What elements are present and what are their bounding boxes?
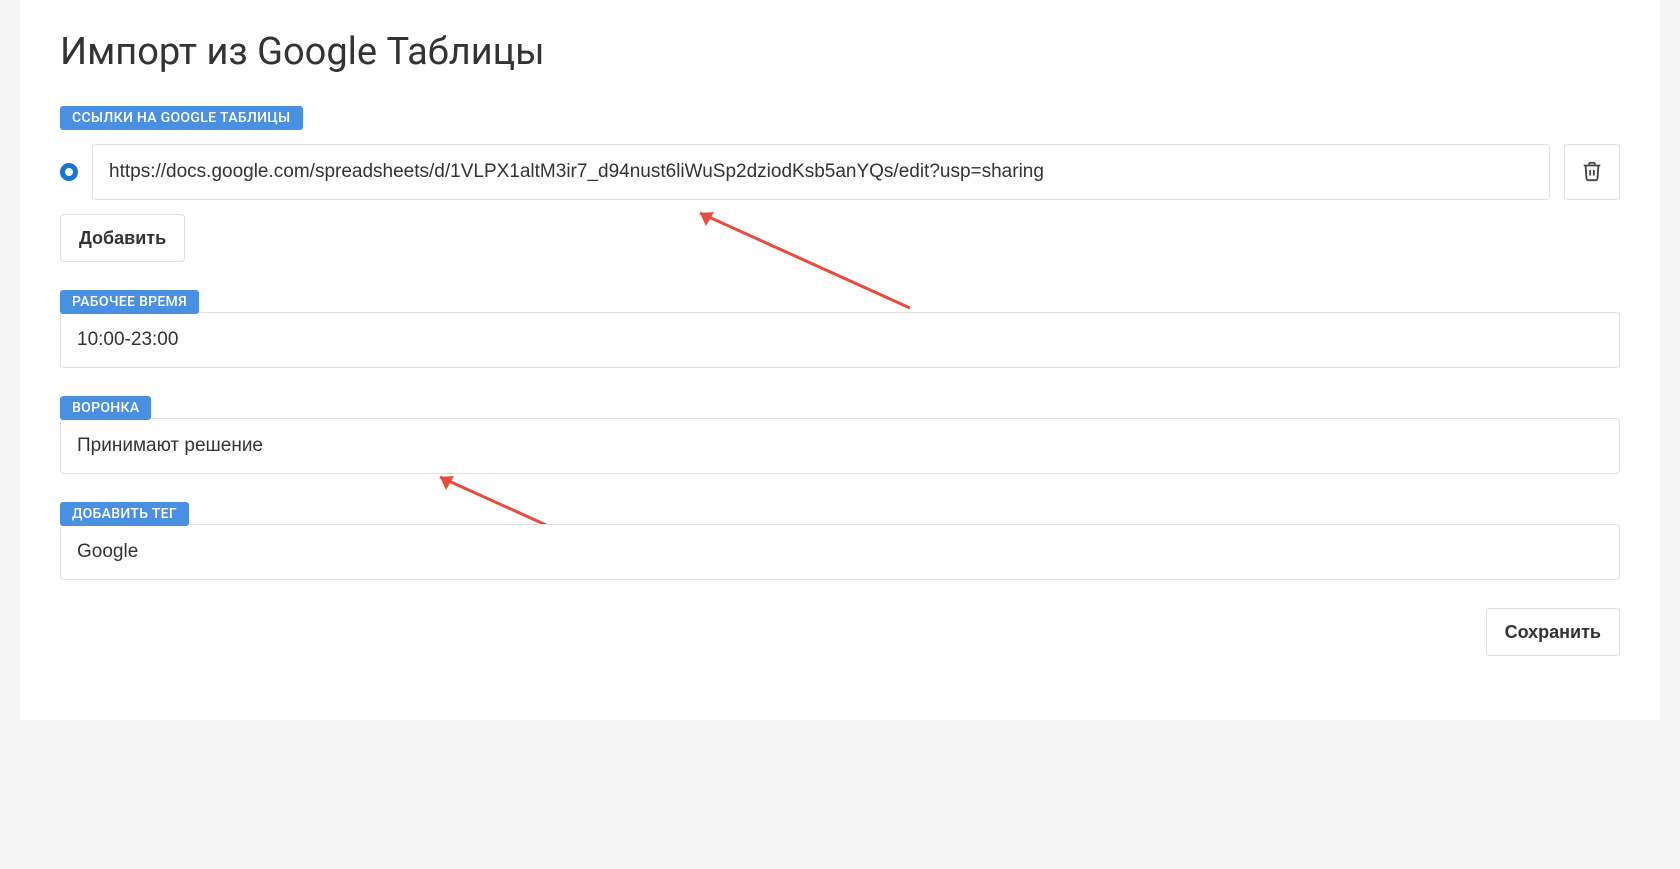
links-label: ССЫЛКИ НА GOOGLE ТАБЛИЦЫ [60,106,303,130]
funnel-select[interactable] [60,418,1620,474]
page-title: Импорт из Google Таблицы [60,30,1620,74]
links-section: ССЫЛКИ НА GOOGLE ТАБЛИЦЫ Добавить [60,106,1620,262]
work-time-section: РАБОЧЕЕ ВРЕМЯ [60,290,1620,368]
trash-icon [1581,160,1603,185]
add-link-button[interactable]: Добавить [60,214,185,262]
link-radio[interactable] [60,163,78,181]
save-button[interactable]: Сохранить [1486,608,1620,656]
funnel-selected-value[interactable] [60,418,1620,474]
footer: Сохранить [60,608,1620,656]
google-sheet-url-input[interactable] [92,144,1550,200]
funnel-section: ВОРОНКА [60,396,1620,474]
work-time-input[interactable] [60,312,1620,368]
work-time-label: РАБОЧЕЕ ВРЕМЯ [60,290,199,314]
delete-link-button[interactable] [1564,144,1620,200]
import-card: Импорт из Google Таблицы ССЫЛКИ НА GOOGL… [20,0,1660,720]
link-row [60,144,1620,200]
funnel-label: ВОРОНКА [60,396,151,420]
tag-label: ДОБАВИТЬ ТЕГ [60,502,189,526]
tag-section: ДОБАВИТЬ ТЕГ [60,502,1620,580]
tag-input[interactable] [60,524,1620,580]
